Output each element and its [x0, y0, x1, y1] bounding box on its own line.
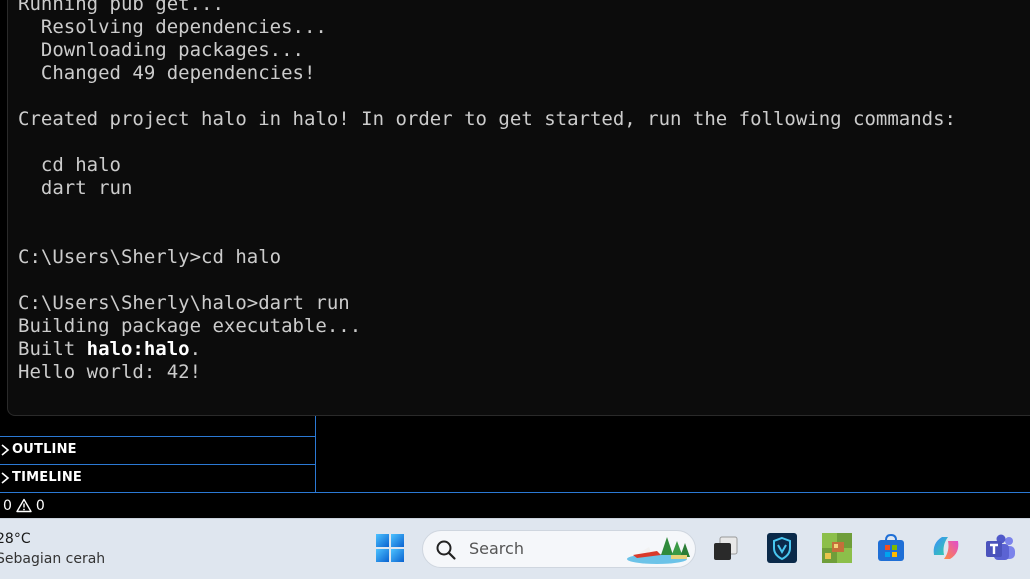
- terminal-line: Running pub get...: [18, 0, 224, 15]
- chevron-right-icon: [0, 471, 12, 485]
- terminal-line-built: Built halo:halo.: [18, 338, 201, 361]
- weather-condition: Sebagian cerah: [0, 551, 106, 567]
- problems-indicator[interactable]: 0 0: [0, 493, 45, 518]
- search-icon: [435, 539, 457, 561]
- chevron-right-icon: [0, 443, 12, 457]
- warning-count: 0: [35, 497, 45, 514]
- task-view-icon[interactable]: [709, 531, 743, 565]
- search-highlight-illustration-icon: [627, 533, 693, 565]
- built-target: halo:halo: [86, 338, 190, 360]
- terminal-line: dart run: [18, 177, 133, 199]
- terminal-line: Hello world: 42!: [18, 361, 202, 383]
- outline-section[interactable]: OUTLINE: [0, 436, 315, 462]
- terminal-line: Resolving dependencies...: [18, 16, 327, 38]
- game-app-icon[interactable]: [820, 531, 854, 565]
- copilot-icon[interactable]: [929, 531, 963, 565]
- search-placeholder: Search: [469, 539, 524, 558]
- terminal-line: Building package executable...: [18, 315, 362, 337]
- screen: Running pub get... Resolving dependencie…: [0, 0, 1030, 579]
- terminal-panel[interactable]: Running pub get... Resolving dependencie…: [7, 0, 1030, 416]
- taskbar: 28°C Sebagian cerah Search: [0, 518, 1030, 579]
- built-prefix: Built: [18, 338, 87, 360]
- timeline-section[interactable]: TIMELINE: [0, 464, 315, 490]
- teams-icon[interactable]: [984, 531, 1018, 565]
- terminal-line: cd halo: [18, 154, 121, 176]
- windows-start-icon[interactable]: [373, 531, 407, 565]
- microsoft-store-icon[interactable]: [874, 531, 908, 565]
- lower-panel-area: OUTLINE TIMELINE: [0, 416, 1030, 492]
- terminal-line: C:\Users\Sherly>cd halo: [18, 246, 282, 268]
- terminal-line: Changed 49 dependencies!: [18, 62, 316, 84]
- outline-label: OUTLINE: [12, 442, 77, 457]
- timeline-label: TIMELINE: [12, 470, 83, 485]
- taskbar-search[interactable]: Search: [422, 530, 696, 568]
- terminal-line: Created project halo in halo! In order t…: [18, 108, 956, 130]
- app-shield-icon[interactable]: [765, 531, 799, 565]
- weather-widget[interactable]: 28°C Sebagian cerah: [0, 529, 105, 569]
- weather-temperature: 28°C: [0, 531, 31, 547]
- built-suffix: .: [189, 338, 202, 360]
- status-bar: 0 0: [0, 492, 1030, 518]
- explorer-sidebar: OUTLINE TIMELINE: [0, 416, 316, 492]
- error-count: 0: [3, 497, 12, 514]
- warning-icon: [16, 498, 32, 513]
- terminal-line: Downloading packages...: [18, 39, 304, 61]
- terminal-line: C:\Users\Sherly\halo>dart run: [18, 292, 350, 314]
